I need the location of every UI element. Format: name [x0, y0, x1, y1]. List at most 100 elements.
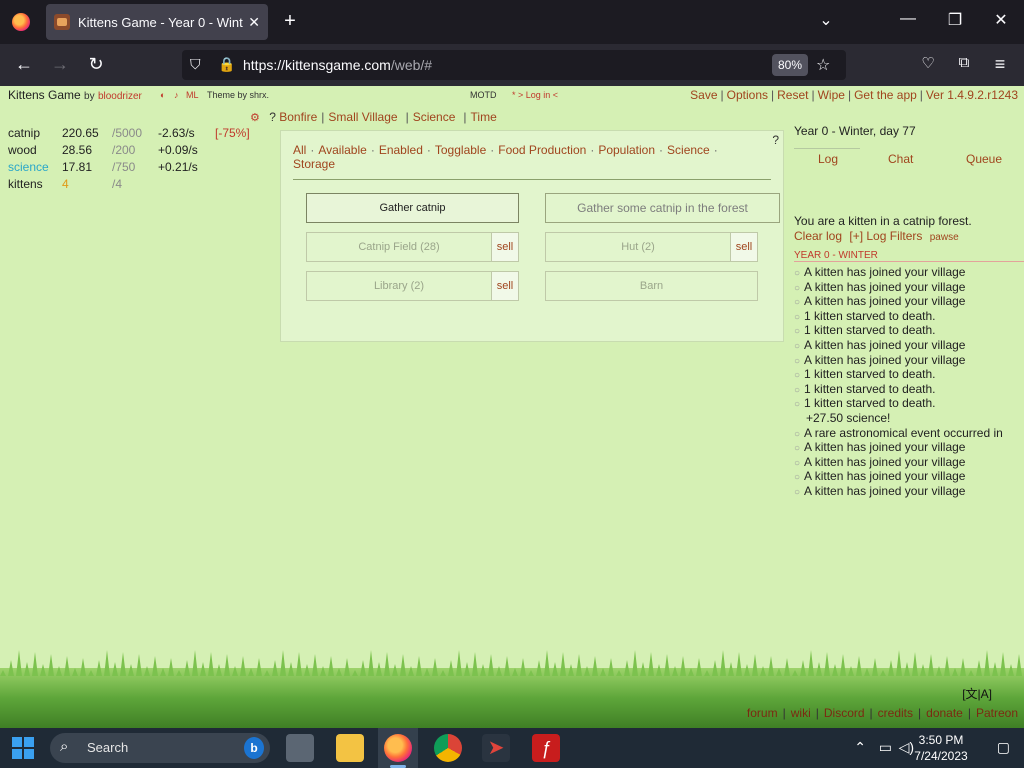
pocket-icon[interactable]: ♡	[916, 54, 940, 72]
panel-help-link[interactable]: ?	[772, 133, 779, 147]
donate-link[interactable]: donate	[926, 706, 963, 720]
filter-available[interactable]: Available	[318, 143, 366, 157]
footer-links: forum | wiki | Discord | credits | donate | Patreo…	[746, 706, 1018, 720]
log-text: A kitten has joined your village	[804, 279, 966, 294]
log-item: ○ A kitten has joined your village	[794, 265, 1024, 280]
url-bar[interactable]: ⛉ 🔒 https://kittensgame.com/web/# 80% ☆	[182, 50, 846, 80]
url-text[interactable]: https://kittensgame.com/web/#	[243, 57, 432, 73]
filter-food-production[interactable]: Food Production	[498, 143, 586, 157]
log-bullet-icon: ○	[794, 311, 801, 323]
bing-icon[interactable]: b	[244, 737, 264, 759]
forward-icon[interactable]: →	[48, 54, 72, 75]
save-link[interactable]: Save	[690, 88, 717, 102]
log-text: A kitten has joined your village	[804, 265, 966, 279]
wiki-link[interactable]: wiki	[791, 706, 811, 720]
options-link[interactable]: Options	[727, 88, 768, 102]
tab-chat[interactable]: Chat	[888, 152, 913, 166]
back-icon[interactable]: ←	[12, 54, 36, 75]
notifications-icon[interactable]: ▢	[997, 739, 1010, 756]
filter-togglable[interactable]: Togglable	[435, 143, 486, 157]
gather-catnip-button[interactable]: Gather catnip	[306, 193, 519, 223]
filter-science[interactable]: Science	[667, 143, 710, 157]
taskbar-search[interactable]: ⌕ Search b	[50, 733, 270, 763]
clear-log-link[interactable]: Clear log	[794, 229, 842, 243]
minimize-icon[interactable]: —	[898, 10, 918, 28]
log-text: 1 kitten starved to death.	[804, 367, 936, 382]
arrow-app-taskbar-icon[interactable]: ➤	[482, 734, 510, 762]
windows-start-icon[interactable]	[12, 737, 34, 759]
task-view-icon[interactable]	[286, 734, 314, 762]
flash-taskbar-icon[interactable]: ƒ	[532, 734, 560, 762]
chevron-up-icon[interactable]: ⌃	[854, 739, 866, 756]
tab-small-village[interactable]: Small Village	[328, 110, 397, 124]
pawse-link[interactable]: pawse	[930, 232, 959, 243]
zoom-level-badge[interactable]: 80%	[772, 54, 809, 76]
login-link[interactable]: * > Log in <	[512, 90, 558, 100]
resource-rate: +0.09/s	[158, 143, 198, 157]
lock-icon[interactable]: 🔒	[218, 56, 235, 73]
get-app-link[interactable]: Get the app	[854, 88, 917, 102]
tab-close-icon[interactable]: ✕	[248, 14, 260, 31]
tab-time[interactable]: Time	[471, 110, 497, 124]
forum-link[interactable]: forum	[747, 706, 778, 720]
file-explorer-icon[interactable]	[336, 734, 364, 762]
new-tab-icon[interactable]: +	[280, 10, 300, 33]
log-item: +27.50 science!	[794, 411, 1024, 426]
gear-icon[interactable]: ⚙	[250, 112, 260, 124]
language-switch[interactable]: [文|A]	[962, 685, 992, 702]
dark-mode-icon[interactable]: ◐	[160, 90, 165, 100]
hut-button[interactable]: Hut (2) sell	[545, 232, 758, 262]
restore-icon[interactable]: ❐	[945, 10, 965, 30]
filter-enabled[interactable]: Enabled	[379, 143, 423, 157]
theme-label: Theme by shrx.	[207, 90, 270, 100]
tab-queue[interactable]: Queue	[966, 152, 1002, 166]
network-icon[interactable]: ▭	[879, 739, 892, 756]
browser-tab-active[interactable]: Kittens Game - Year 0 - Winter, ✕	[46, 4, 268, 40]
ml-link[interactable]: ML	[186, 90, 199, 100]
author-link[interactable]: bloodrizer	[98, 91, 142, 102]
discord-link[interactable]: Discord	[824, 706, 865, 720]
firefox-taskbar-icon[interactable]	[384, 734, 412, 762]
credits-link[interactable]: credits	[878, 706, 913, 720]
version-link[interactable]: Ver 1.4.9.2.r1243	[926, 88, 1018, 102]
filter-all[interactable]: All	[293, 143, 306, 157]
reload-icon[interactable]: ↻	[84, 54, 108, 75]
bookmark-star-icon[interactable]: ☆	[816, 55, 830, 75]
patreon-link[interactable]: Patreon	[976, 706, 1018, 720]
help-link[interactable]: ?	[269, 110, 276, 124]
tracking-shield-icon[interactable]: ⛉	[190, 56, 201, 73]
log-filters-link[interactable]: [+] Log Filters	[849, 229, 922, 243]
app-menu-icon[interactable]: ≡	[988, 54, 1012, 75]
list-all-tabs-icon[interactable]: ⌄	[816, 10, 836, 30]
tab-science[interactable]: Science	[413, 110, 456, 124]
library-button[interactable]: Library (2) sell	[306, 271, 519, 301]
log-text: A kitten has joined your village	[804, 483, 966, 498]
extensions-icon[interactable]: ⧉	[952, 54, 976, 71]
motd-link[interactable]: MOTD	[470, 90, 497, 100]
tab-bonfire[interactable]: Bonfire	[279, 110, 317, 124]
url-host: https://kittensgame.com	[243, 57, 391, 73]
bell-icon[interactable]: ♪	[174, 90, 179, 100]
clock-time: 3:50 PM	[918, 733, 964, 747]
hut-sell-button[interactable]: sell	[730, 233, 757, 261]
library-sell-button[interactable]: sell	[491, 272, 518, 300]
firefox-logo-icon	[12, 13, 30, 31]
resource-modifier: [-75%]	[215, 126, 250, 140]
wipe-link[interactable]: Wipe	[818, 88, 845, 102]
taskbar-clock[interactable]: 3:50 PM 7/24/2023	[906, 732, 976, 764]
resource-row-catnip: catnip 220.65 /5000 -2.63/s [-75%]	[8, 126, 258, 143]
chrome-taskbar-icon[interactable]	[434, 734, 462, 762]
filter-population[interactable]: Population	[598, 143, 655, 157]
catnip-field-sell-button[interactable]: sell	[491, 233, 518, 261]
filter-storage[interactable]: Storage	[293, 157, 335, 171]
firefox-menu-icon[interactable]	[0, 0, 42, 44]
catnip-field-button[interactable]: Catnip Field (28) sell	[306, 232, 519, 262]
log-item: ○ A kitten has joined your village	[794, 338, 1024, 353]
log-item: ○ A kitten has joined your village	[794, 484, 1024, 499]
bonfire-panel: ? All · Available · Enabled · Togglable · Food P…	[280, 130, 784, 342]
filter-divider	[293, 179, 771, 180]
reset-link[interactable]: Reset	[777, 88, 808, 102]
close-window-icon[interactable]: ✕	[991, 10, 1011, 30]
tab-log[interactable]: Log	[818, 152, 838, 166]
barn-button[interactable]: Barn	[545, 271, 758, 301]
